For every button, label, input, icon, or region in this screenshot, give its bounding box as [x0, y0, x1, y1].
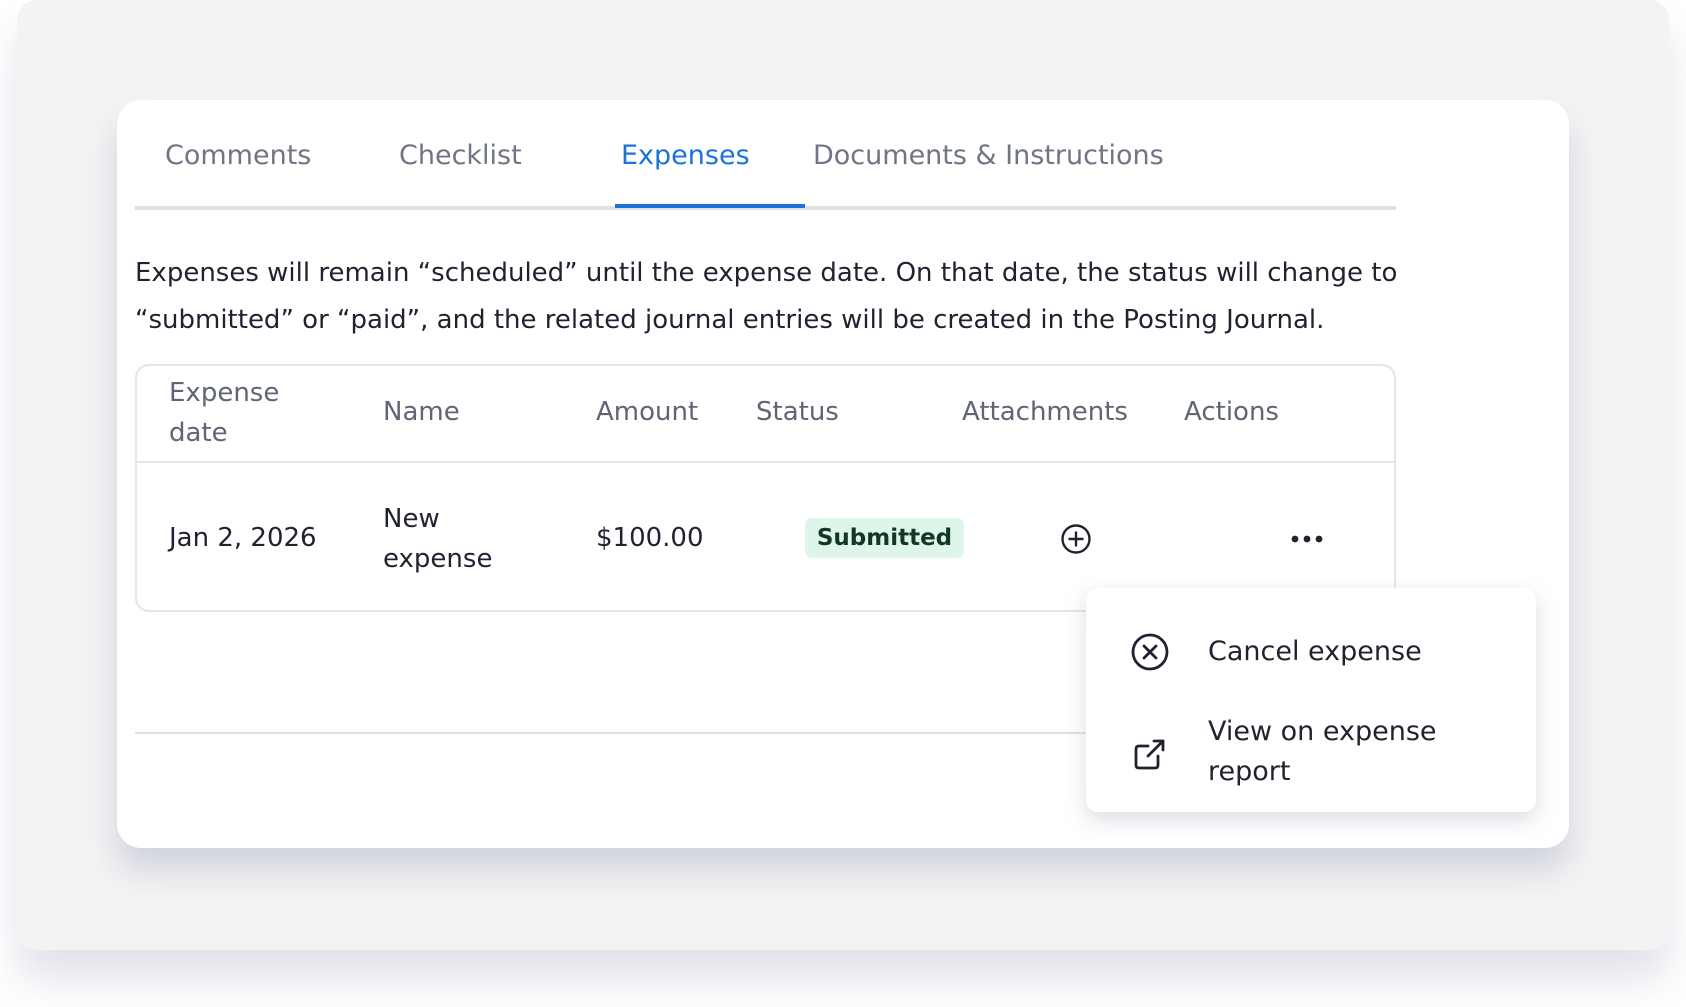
tab-expenses[interactable]: Expenses: [621, 140, 750, 171]
tab-bar: Comments Checklist Expenses Documents & …: [135, 100, 1396, 210]
description-line-2: “submitted” or “paid”, and the related j…: [135, 305, 1325, 335]
expenses-table: Expense date Name Amount Status Attachme…: [135, 364, 1396, 612]
menu-label-cancel-expense: Cancel expense: [1208, 636, 1422, 667]
header-expense-date: Expense date: [169, 373, 279, 453]
cell-expense-date: Jan 2, 2026: [169, 523, 317, 553]
add-circle-icon[interactable]: [1060, 523, 1092, 555]
status-badge: Submitted: [805, 518, 964, 558]
header-amount: Amount: [596, 397, 699, 427]
header-expense-date-line2: date: [169, 418, 228, 448]
header-status: Status: [756, 397, 839, 427]
tab-documents-instructions[interactable]: Documents & Instructions: [813, 140, 1164, 171]
cancel-circle-icon: [1131, 633, 1169, 671]
description-line-1: Expenses will remain “scheduled” until t…: [135, 258, 1398, 288]
tab-comments[interactable]: Comments: [165, 140, 311, 171]
cell-name-line2: expense: [383, 544, 493, 574]
menu-label-view-on-expense-report: View on expense report: [1208, 712, 1437, 792]
active-tab-indicator: [615, 204, 805, 208]
expenses-description: Expenses will remain “scheduled” until t…: [135, 250, 1415, 344]
header-expense-date-line1: Expense: [169, 378, 280, 408]
actions-menu: Cancel expense View on expense report: [1086, 588, 1536, 812]
header-attachments: Attachments: [962, 397, 1128, 427]
menu-label-line2: report: [1208, 756, 1291, 787]
header-name: Name: [383, 397, 460, 427]
more-horizontal-icon[interactable]: [1290, 524, 1324, 554]
cell-name: New expense: [383, 499, 492, 579]
header-actions: Actions: [1184, 397, 1279, 427]
external-link-icon: [1134, 739, 1165, 770]
tab-checklist[interactable]: Checklist: [399, 140, 522, 171]
menu-item-cancel-expense[interactable]: Cancel expense: [1086, 622, 1536, 682]
menu-label-line1: View on expense: [1208, 716, 1437, 747]
cell-amount: $100.00: [596, 523, 704, 553]
table-header: Expense date Name Amount Status Attachme…: [137, 366, 1394, 463]
menu-item-view-on-expense-report[interactable]: View on expense report: [1086, 712, 1536, 796]
cell-name-line1: New: [383, 504, 440, 534]
